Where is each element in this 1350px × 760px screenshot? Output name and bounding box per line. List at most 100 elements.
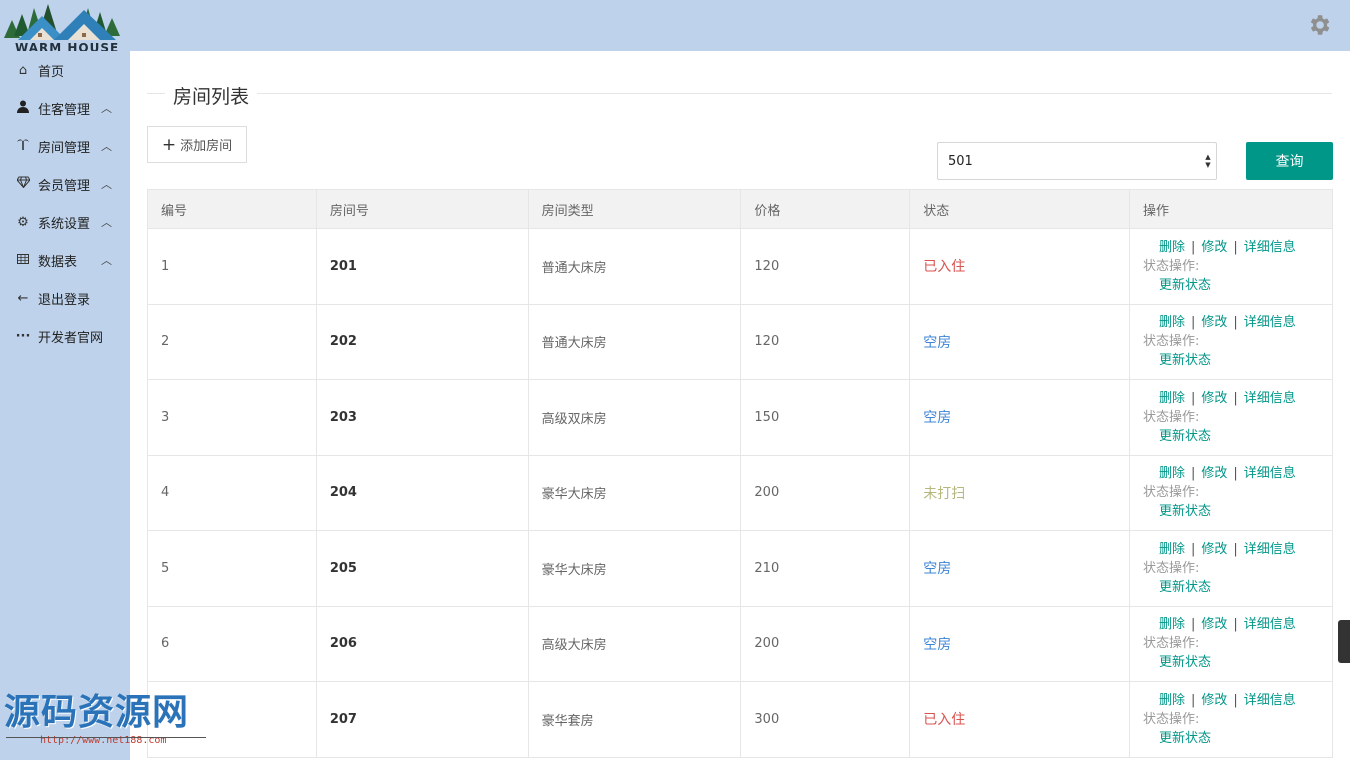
cell-id: 6: [147, 605, 317, 682]
add-room-button[interactable]: + 添加房间: [147, 126, 247, 163]
detail-link[interactable]: 详细信息: [1244, 617, 1296, 632]
diamond-icon: [15, 176, 31, 192]
search-box: ▲ ▼: [937, 142, 1217, 180]
delete-link[interactable]: 删除: [1159, 617, 1185, 632]
cell-status: 空房: [909, 605, 1130, 682]
separator: |: [1233, 466, 1238, 482]
cell-status: 空房: [909, 530, 1130, 607]
update-status-link[interactable]: 更新状态: [1159, 504, 1211, 519]
separator: |: [1191, 239, 1196, 255]
logo[interactable]: WARM HOUSE: [0, 0, 130, 57]
sidebar-item-rooms[interactable]: 房间管理 ︿: [0, 134, 130, 158]
cell-room-type: 高级双床房: [527, 379, 742, 456]
settings-gear-icon[interactable]: [1306, 12, 1332, 38]
cell-room-number: 203: [315, 379, 529, 456]
column-header-id[interactable]: 编号: [147, 189, 317, 229]
cell-actions: 删除 | 修改 | 详细信息 状态操作: 更新状态: [1128, 228, 1334, 305]
cell-room-number: 201: [315, 228, 529, 305]
chevron-up-icon: ︿: [101, 216, 112, 229]
delete-link[interactable]: 删除: [1159, 466, 1185, 481]
spinner-down-icon[interactable]: ▼: [1204, 161, 1212, 169]
sidebar-item-guests[interactable]: 住客管理 ︿: [0, 96, 130, 120]
cell-status: 已入住: [909, 228, 1130, 305]
cell-actions: 删除 | 修改 | 详细信息 状态操作: 更新状态: [1128, 379, 1334, 456]
cell-id: 5: [147, 530, 317, 607]
delete-link[interactable]: 删除: [1159, 693, 1185, 708]
status-badge: 空房: [923, 410, 952, 427]
table-row: 4 204 豪华大床房 200 未打扫 删除 | 修改 | 详细信息 状态操作: 更新状态: [147, 454, 1334, 531]
cell-price: 120: [740, 228, 911, 305]
edit-link[interactable]: 修改: [1201, 542, 1227, 557]
sidebar-item-label: 会员管理: [38, 178, 91, 194]
status-operation-label: 状态操作:: [1142, 711, 1200, 727]
sidebar-item-members[interactable]: 会员管理 ︿: [0, 172, 130, 196]
chevron-up-icon: ︿: [101, 140, 112, 153]
sidebar-item-home[interactable]: ⌂ 首页: [0, 58, 130, 82]
table-row: 1 201 普通大床房 120 已入住 删除 | 修改 | 详细信息 状态操作: 更新状态: [147, 228, 1334, 305]
detail-link[interactable]: 详细信息: [1244, 466, 1296, 481]
column-header-actions: 操作: [1128, 189, 1334, 229]
spinner-up-icon[interactable]: ▲: [1204, 153, 1212, 161]
delete-link[interactable]: 删除: [1159, 315, 1185, 330]
status-badge: 已入住: [923, 712, 966, 729]
column-header-price[interactable]: 价格: [740, 189, 911, 229]
sidebar-item-data-tables[interactable]: 数据表 ︿: [0, 248, 130, 272]
edit-link[interactable]: 修改: [1201, 617, 1227, 632]
separator: |: [1233, 617, 1238, 633]
cell-room-type: 高级大床房: [527, 605, 742, 682]
delete-link[interactable]: 删除: [1159, 391, 1185, 406]
column-header-room-number[interactable]: 房间号: [315, 189, 529, 229]
chevron-up-icon: ︿: [101, 102, 112, 115]
sidebar-item-label: 首页: [38, 64, 65, 80]
status-operation-label: 状态操作:: [1142, 409, 1200, 425]
watermark-underline: [6, 737, 206, 738]
room-number-search-input[interactable]: [938, 143, 1193, 179]
column-header-room-type[interactable]: 房间类型: [527, 189, 742, 229]
number-spinner[interactable]: ▲ ▼: [1204, 153, 1212, 169]
separator: |: [1191, 541, 1196, 557]
separator: |: [1191, 692, 1196, 708]
cell-room-number: 204: [315, 454, 529, 531]
room-table: 编号 房间号 房间类型 价格 状态 操作 1 201 普通大床房 120 已入住 删除 | 修…: [147, 189, 1334, 758]
chevron-up-icon: ︿: [101, 254, 112, 267]
table-icon: [15, 253, 31, 268]
sidebar-item-logout[interactable]: ← 退出登录: [0, 286, 130, 310]
update-status-link[interactable]: 更新状态: [1159, 731, 1211, 746]
detail-link[interactable]: 详细信息: [1244, 391, 1296, 406]
update-status-link[interactable]: 更新状态: [1159, 655, 1211, 670]
edit-link[interactable]: 修改: [1201, 315, 1227, 330]
table-row: 2 202 普通大床房 120 空房 删除 | 修改 | 详细信息 状态操作: 更新状态: [147, 303, 1334, 380]
status-badge: 未打扫: [923, 485, 966, 502]
status-badge: 空房: [923, 636, 952, 653]
watermark: 源码资源网 http://www.net188.com: [4, 691, 206, 747]
sidebar-item-label: 房间管理: [38, 140, 91, 156]
cell-price: 210: [740, 530, 911, 607]
status-operation-label: 状态操作:: [1142, 334, 1200, 350]
separator: |: [1191, 466, 1196, 482]
edit-link[interactable]: 修改: [1201, 240, 1227, 255]
detail-link[interactable]: 详细信息: [1244, 315, 1296, 330]
cell-price: 200: [740, 605, 911, 682]
update-status-link[interactable]: 更新状态: [1159, 580, 1211, 595]
cell-room-number: 202: [315, 303, 529, 380]
delete-link[interactable]: 删除: [1159, 542, 1185, 557]
detail-link[interactable]: 详细信息: [1244, 693, 1296, 708]
update-status-link[interactable]: 更新状态: [1159, 278, 1211, 293]
update-status-link[interactable]: 更新状态: [1159, 353, 1211, 368]
status-badge: 已入住: [923, 259, 966, 276]
delete-link[interactable]: 删除: [1159, 240, 1185, 255]
edit-link[interactable]: 修改: [1201, 391, 1227, 406]
edit-link[interactable]: 修改: [1201, 466, 1227, 481]
sidebar-item-developer-site[interactable]: ··· 开发者官网: [0, 324, 130, 348]
detail-link[interactable]: 详细信息: [1244, 542, 1296, 557]
separator: |: [1191, 390, 1196, 406]
side-scroll-handle[interactable]: [1338, 620, 1350, 663]
palm-icon: [15, 138, 31, 154]
update-status-link[interactable]: 更新状态: [1159, 429, 1211, 444]
edit-link[interactable]: 修改: [1201, 693, 1227, 708]
sidebar-item-settings[interactable]: ⚙ 系统设置 ︿: [0, 210, 130, 234]
query-button[interactable]: 查询: [1246, 142, 1333, 180]
column-header-status[interactable]: 状态: [909, 189, 1130, 229]
cell-room-number: 206: [315, 605, 529, 682]
detail-link[interactable]: 详细信息: [1244, 240, 1296, 255]
